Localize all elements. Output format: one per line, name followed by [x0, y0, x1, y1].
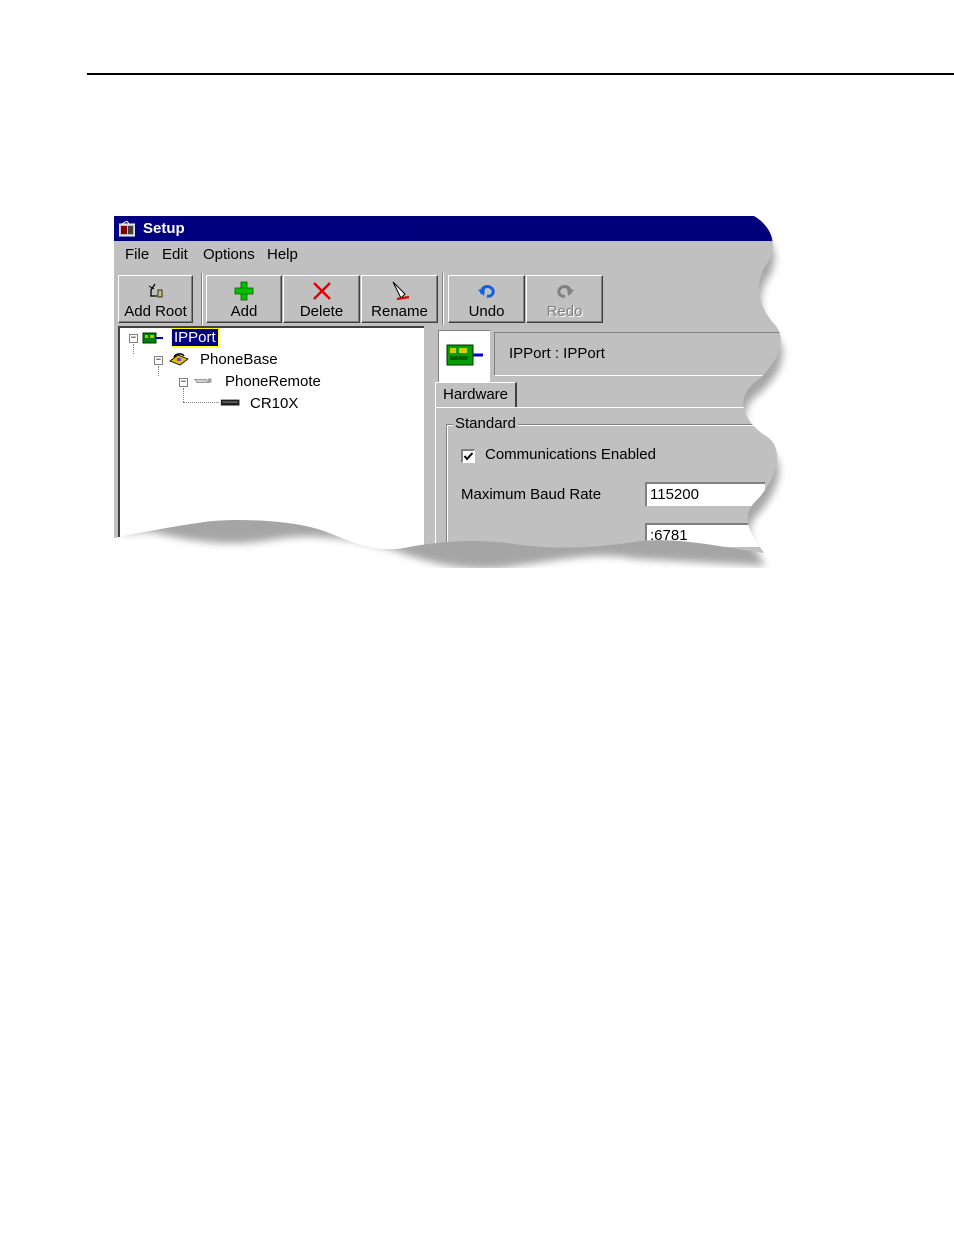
- tree-node-cr10x[interactable]: CR10X: [248, 395, 300, 412]
- menu-file[interactable]: File: [125, 246, 149, 263]
- redo-arrow-icon: [554, 280, 576, 302]
- undo-button[interactable]: Undo: [448, 275, 525, 323]
- add-root-button[interactable]: Add Root: [118, 275, 193, 323]
- undo-label: Undo: [468, 303, 505, 320]
- delete-x-icon: [311, 280, 333, 302]
- collapse-phonebase-icon[interactable]: −: [154, 356, 163, 365]
- add-root-label: Add Root: [124, 303, 187, 320]
- collapse-ipport-icon[interactable]: −: [129, 334, 138, 343]
- page-header-rule: [87, 73, 954, 75]
- rename-pen-icon: [389, 280, 411, 302]
- tree-line: [183, 402, 219, 403]
- tree-node-phoneremote[interactable]: PhoneRemote: [223, 373, 323, 390]
- tree-node-label: PhoneBase: [200, 351, 278, 368]
- checkmark-icon: [463, 451, 474, 462]
- menu-edit[interactable]: Edit: [162, 246, 188, 263]
- device-title: IPPort : IPPort: [509, 345, 605, 362]
- add-button[interactable]: Add: [206, 275, 282, 323]
- ipport-large-icon: [445, 341, 485, 371]
- toolbar: Add Root Add Delete Rename Undo Redo: [114, 273, 804, 325]
- toolbar-separator: [201, 273, 203, 325]
- rename-label: Rename: [371, 303, 428, 320]
- tab-hardware[interactable]: Hardware: [435, 382, 517, 408]
- plus-icon: [233, 280, 255, 302]
- tree-line: [158, 366, 159, 376]
- setup-window: Setup File Edit Options Help Add Root Ad…: [114, 216, 804, 561]
- setup-app-icon: [119, 221, 135, 237]
- device-title-box: IPPort : IPPort: [494, 332, 804, 376]
- phoneremote-icon: [192, 373, 214, 389]
- tree-node-phonebase[interactable]: PhoneBase: [198, 351, 280, 368]
- properties-pane: IPPort : IPPort Hardware Standard Commun…: [432, 326, 804, 561]
- max-baud-rate-field[interactable]: 115200: [645, 482, 765, 506]
- add-root-icon: [145, 280, 167, 302]
- cr10x-icon: [220, 395, 242, 411]
- ipport-icon: [142, 331, 164, 347]
- collapse-phoneremote-icon[interactable]: −: [179, 378, 188, 387]
- tree-node-label: CR10X: [250, 395, 299, 412]
- title-bar[interactable]: Setup: [114, 216, 804, 241]
- rename-button[interactable]: Rename: [361, 275, 438, 323]
- pane-splitter[interactable]: [424, 326, 432, 561]
- tree-line: [183, 388, 184, 402]
- redo-button[interactable]: Redo: [526, 275, 603, 323]
- groupbox-title: Standard: [455, 415, 516, 432]
- menu-help[interactable]: Help: [267, 246, 298, 263]
- standard-groupbox: Standard Communications Enabled Maximum …: [446, 424, 804, 561]
- add-label: Add: [230, 303, 258, 320]
- device-icon-box: [438, 330, 490, 382]
- menu-bar: File Edit Options Help: [114, 243, 804, 269]
- max-baud-rate-label: Maximum Baud Rate: [461, 486, 602, 503]
- undo-arrow-icon: [476, 280, 498, 302]
- toolbar-separator: [442, 273, 444, 325]
- phonebase-icon: [168, 351, 190, 367]
- tree-node-label: IPPort: [174, 329, 216, 346]
- tree-node-label: PhoneRemote: [225, 373, 321, 390]
- tab-hardware-label: Hardware: [443, 386, 509, 403]
- redo-label: Redo: [546, 303, 583, 320]
- device-header: IPPort : IPPort: [438, 330, 804, 382]
- communications-enabled-checkbox[interactable]: [461, 449, 475, 463]
- hardware-tab-panel: Standard Communications Enabled Maximum …: [435, 407, 804, 561]
- delete-button[interactable]: Delete: [283, 275, 360, 323]
- tree-line: [133, 344, 134, 354]
- communications-enabled-label: Communications Enabled: [485, 446, 656, 463]
- window-title: Setup: [143, 220, 185, 237]
- delete-label: Delete: [299, 303, 344, 320]
- tree-node-ipport[interactable]: IPPort: [172, 329, 218, 346]
- menu-options[interactable]: Options: [203, 246, 255, 263]
